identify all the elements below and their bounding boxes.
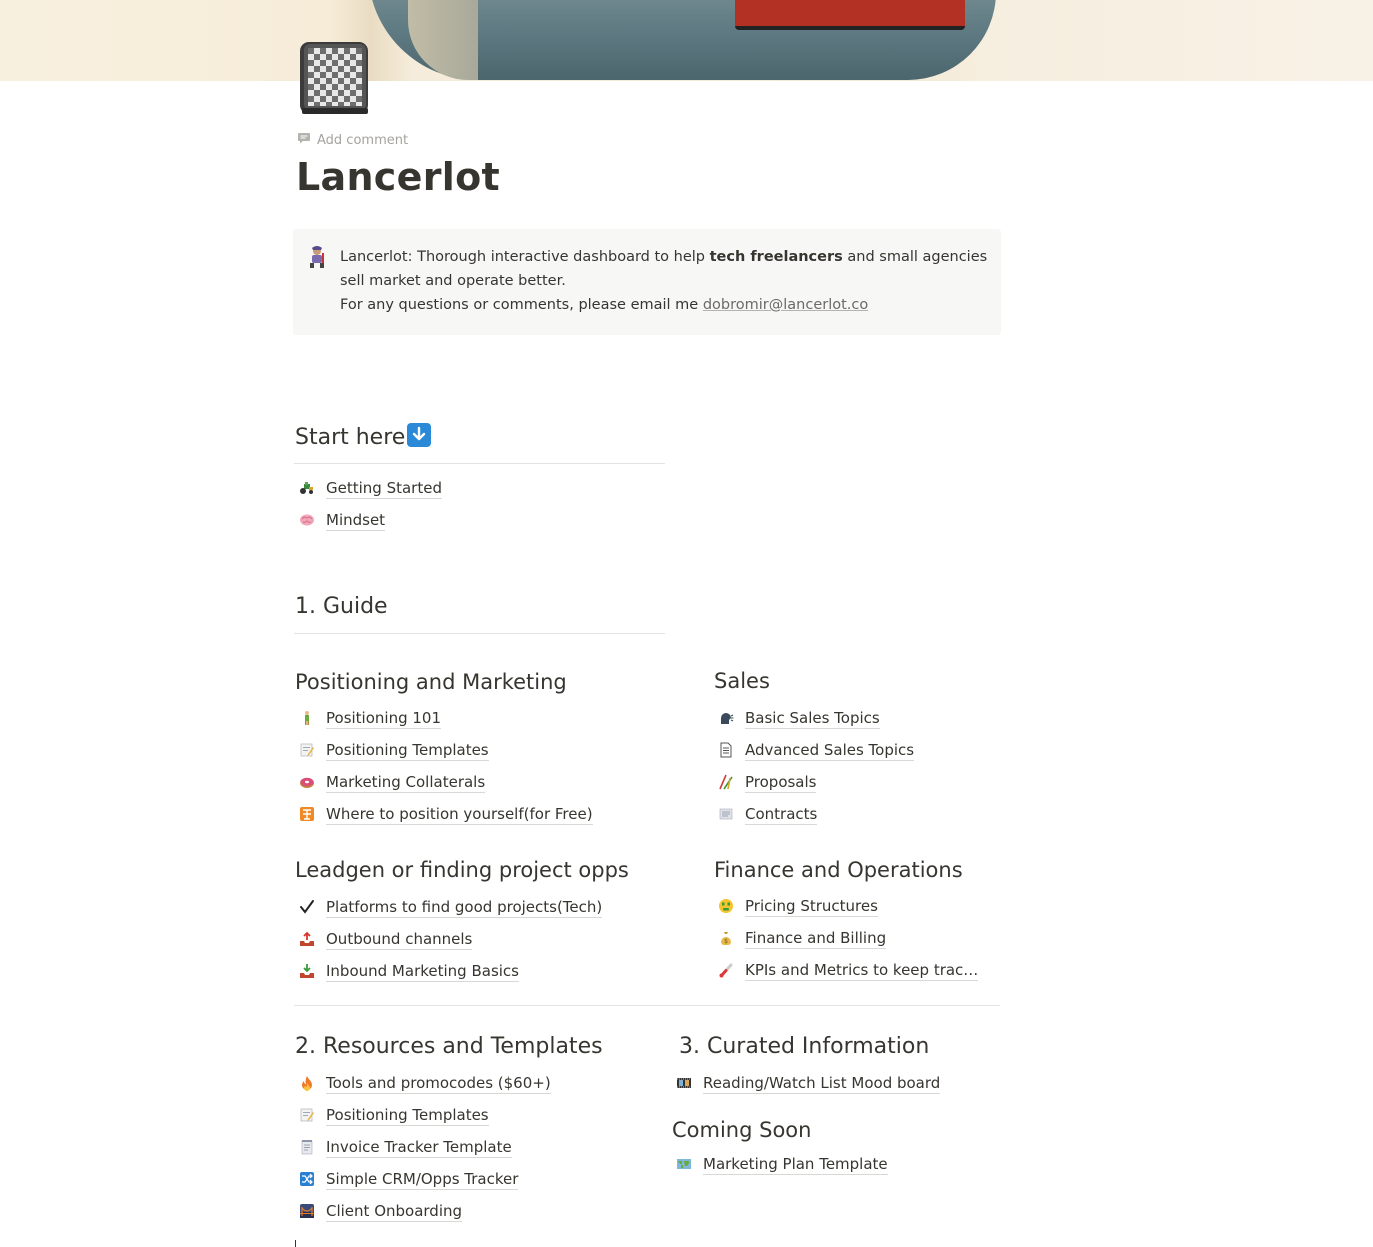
donut-icon xyxy=(298,773,316,791)
down-arrow-icon xyxy=(407,423,432,447)
resources-heading: 2. Resources and Templates xyxy=(295,1034,603,1059)
callout-line2: For any questions or comments, please em… xyxy=(340,297,703,313)
coming-soon-heading: Coming Soon xyxy=(672,1118,812,1142)
person-standing-icon xyxy=(298,709,316,727)
page-link-basic-sales[interactable]: Basic Sales Topics xyxy=(717,706,880,730)
page-link-finance-billing[interactable]: $ Finance and Billing xyxy=(717,926,887,950)
knight-avatar-icon xyxy=(306,245,328,269)
page-link-label: Tools and promocodes ($60+) xyxy=(326,1073,551,1094)
check-mark-icon xyxy=(298,898,316,916)
page-link-marketing-plan[interactable]: Marketing Plan Template xyxy=(675,1152,888,1176)
page-link-label: Marketing Plan Template xyxy=(703,1154,888,1175)
callout-text: Lancerlot: Thorough interactive dashboar… xyxy=(340,245,988,317)
thermometer-icon xyxy=(717,961,735,979)
page-link-label: Positioning Templates xyxy=(326,1105,489,1126)
memo-icon xyxy=(298,1106,316,1124)
brain-icon xyxy=(298,511,316,529)
divider xyxy=(294,633,665,634)
text-cursor xyxy=(295,1240,296,1247)
film-frames-icon xyxy=(675,1074,693,1092)
tractor-icon xyxy=(298,479,316,497)
page-link-mindset[interactable]: Mindset xyxy=(298,508,386,532)
divider xyxy=(294,463,665,464)
notepad-icon xyxy=(298,1138,316,1156)
callout-bold: tech freelancers xyxy=(709,249,843,265)
page-link-label: Reading/Watch List Mood board xyxy=(703,1073,941,1094)
page-link-client-onboarding[interactable]: Client Onboarding xyxy=(298,1199,463,1223)
page-link-kpis[interactable]: KPIs and Metrics to keep trac… xyxy=(717,958,979,982)
memo-icon xyxy=(298,741,316,759)
page-link-tools-promocodes[interactable]: Tools and promocodes ($60+) xyxy=(298,1071,551,1095)
money-bag-icon: $ xyxy=(717,929,735,947)
document-icon xyxy=(717,741,735,759)
money-mouth-face-icon xyxy=(717,897,735,915)
page-link-label: Positioning Templates xyxy=(326,740,489,761)
receipt-icon xyxy=(717,805,735,823)
cover-image xyxy=(0,0,1373,81)
page-link-label: Inbound Marketing Basics xyxy=(326,961,519,982)
leadgen-heading: Leadgen or finding project opps xyxy=(295,858,629,882)
page-link-proposals[interactable]: Proposals xyxy=(717,770,817,794)
page-link-inbound[interactable]: Inbound Marketing Basics xyxy=(298,959,519,983)
shuffle-icon xyxy=(298,1170,316,1188)
page-link-label: Client Onboarding xyxy=(326,1201,463,1222)
add-comment-label: Add comment xyxy=(317,132,409,148)
page-link-label: Pricing Structures xyxy=(745,896,878,917)
notebook-page-icon[interactable] xyxy=(298,40,370,116)
page-title: Lancerlot xyxy=(296,155,500,199)
page-link-label: Advanced Sales Topics xyxy=(745,740,915,761)
page-link-label: Finance and Billing xyxy=(745,928,887,949)
page-link-label: Outbound channels xyxy=(326,929,473,950)
bridge-icon xyxy=(298,1202,316,1220)
page-link-positioning-templates[interactable]: Positioning Templates xyxy=(298,738,489,762)
page-link-advanced-sales[interactable]: Advanced Sales Topics xyxy=(717,738,915,762)
callout-line1-a: Lancerlot: Thorough interactive dashboar… xyxy=(340,249,710,265)
page-link-where-to-position[interactable]: Where to position yourself(for Free) xyxy=(298,802,593,826)
page-link-marketing-collaterals[interactable]: Marketing Collaterals xyxy=(298,770,486,794)
svg-text:$: $ xyxy=(724,938,728,945)
page-link-contracts[interactable]: Contracts xyxy=(717,802,818,826)
page-link-positioning-templates-2[interactable]: Positioning Templates xyxy=(298,1103,489,1127)
page-link-label: Basic Sales Topics xyxy=(745,708,880,729)
callout-block: Lancerlot: Thorough interactive dashboar… xyxy=(293,229,1001,335)
outbox-tray-icon xyxy=(298,930,316,948)
comment-icon xyxy=(297,131,311,149)
page-link-label: Invoice Tracker Template xyxy=(326,1137,512,1158)
positioning-marketing-heading: Positioning and Marketing xyxy=(295,670,567,694)
chopsticks-icon xyxy=(717,773,735,791)
start-here-heading: Start here xyxy=(295,423,432,450)
sales-heading: Sales xyxy=(714,669,770,693)
page-link-reading-watch-list[interactable]: Reading/Watch List Mood board xyxy=(675,1071,941,1095)
page-link-label: Proposals xyxy=(745,772,817,793)
guide-heading: 1. Guide xyxy=(295,594,388,619)
inbox-tray-icon xyxy=(298,962,316,980)
fire-icon xyxy=(298,1074,316,1092)
add-comment-button[interactable]: Add comment xyxy=(297,130,408,150)
divider xyxy=(294,1005,1000,1006)
page-link-invoice-tracker[interactable]: Invoice Tracker Template xyxy=(298,1135,512,1159)
page-link-pricing[interactable]: Pricing Structures xyxy=(717,894,878,918)
free-sign-icon xyxy=(298,805,316,823)
curated-heading: 3. Curated Information xyxy=(679,1034,930,1059)
page-link-label: Marketing Collaterals xyxy=(326,772,486,793)
cover-photo-label xyxy=(735,0,965,30)
page-link-simple-crm[interactable]: Simple CRM/Opps Tracker xyxy=(298,1167,519,1191)
page-link-label: Mindset xyxy=(326,510,386,531)
page-link-label: Simple CRM/Opps Tracker xyxy=(326,1169,519,1190)
page-link-label: KPIs and Metrics to keep trac… xyxy=(745,960,979,981)
page-link-label: Getting Started xyxy=(326,478,442,499)
page-link-label: Platforms to find good projects(Tech) xyxy=(326,897,603,918)
finance-heading: Finance and Operations xyxy=(714,858,963,882)
page-link-label: Where to position yourself(for Free) xyxy=(326,804,593,825)
page-link-getting-started[interactable]: Getting Started xyxy=(298,476,442,500)
world-map-icon xyxy=(675,1155,693,1173)
page-link-label: Contracts xyxy=(745,804,818,825)
start-here-label: Start here xyxy=(295,425,406,450)
page-link-platforms[interactable]: Platforms to find good projects(Tech) xyxy=(298,895,603,919)
page-link-label: Positioning 101 xyxy=(326,708,441,729)
page-link-positioning-101[interactable]: Positioning 101 xyxy=(298,706,441,730)
speaking-head-icon xyxy=(717,709,735,727)
email-link[interactable]: dobromir@lancerlot.co xyxy=(703,297,868,313)
page-link-outbound[interactable]: Outbound channels xyxy=(298,927,473,951)
